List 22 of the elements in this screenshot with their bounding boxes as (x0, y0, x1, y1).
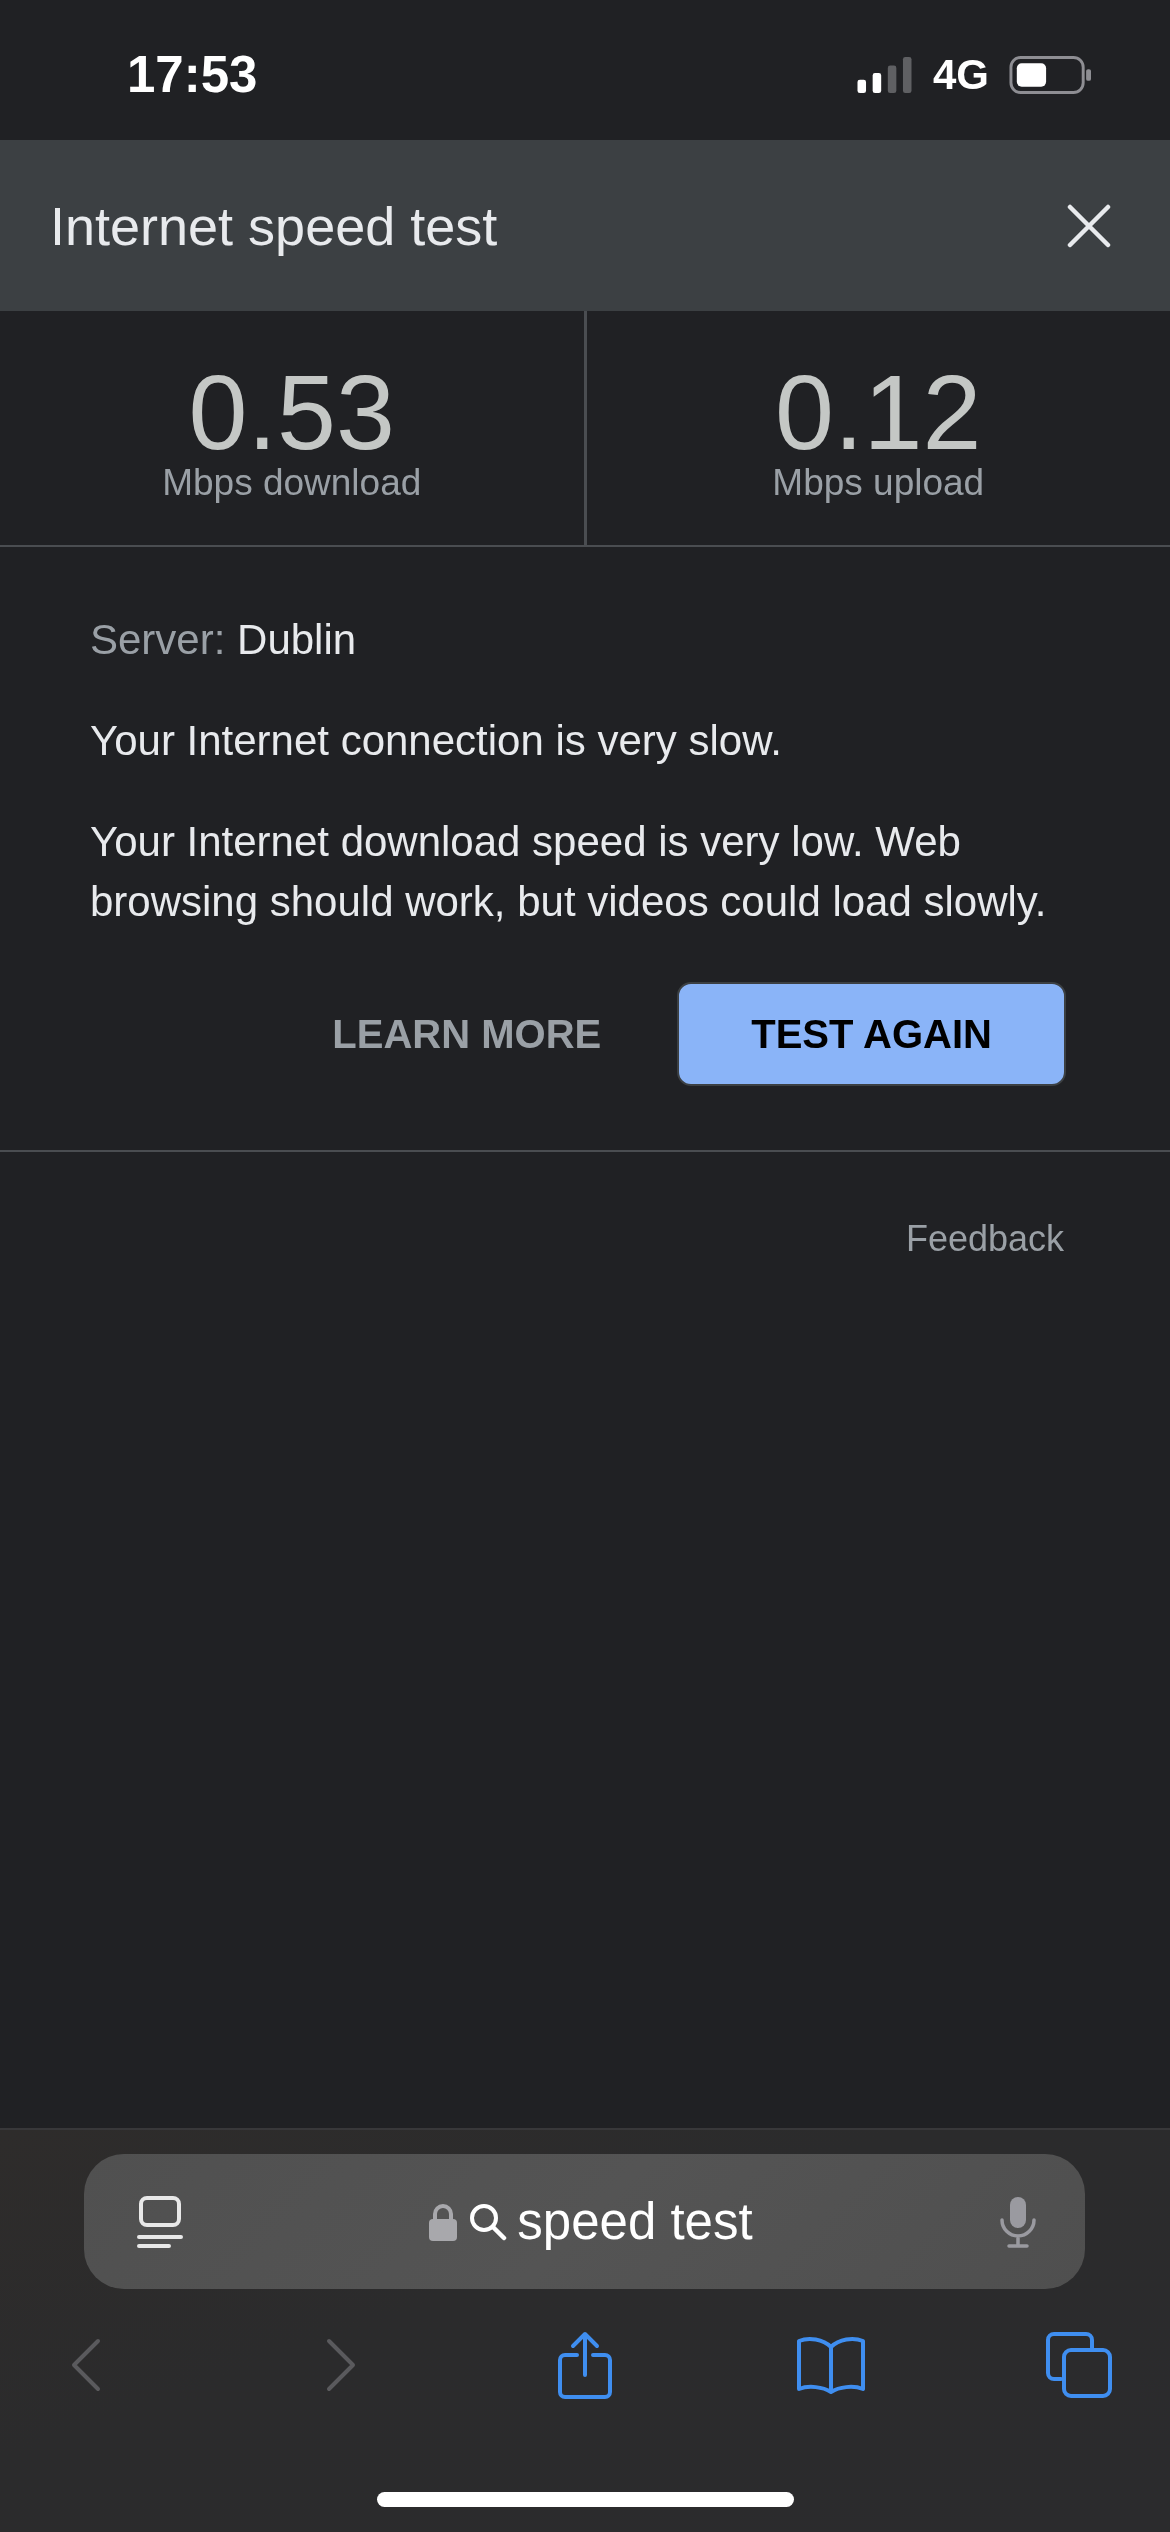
book-icon[interactable] (795, 2335, 867, 2395)
tabs-icon[interactable] (1045, 2331, 1113, 2399)
network-type: 4G (932, 50, 989, 100)
server-name: Dublin (237, 616, 357, 663)
server-label: Server: (90, 616, 226, 663)
summary-text: Your Internet connection is very slow. (90, 716, 783, 766)
panel-title: Internet speed test (50, 194, 498, 258)
address-bar[interactable]: speed test (84, 2154, 1085, 2289)
address-text[interactable]: speed test (517, 2191, 753, 2252)
test-again-button[interactable]: TEST AGAIN (677, 982, 1066, 1086)
signal-bars-icon (855, 57, 913, 93)
lock-icon (429, 2202, 458, 2241)
learn-more-button[interactable]: LEARN MORE (296, 982, 638, 1086)
feedback-link[interactable]: Feedback (905, 1214, 1064, 1264)
reader-icon[interactable] (137, 2194, 183, 2249)
microphone-icon[interactable] (999, 2194, 1037, 2249)
share-icon[interactable] (556, 2329, 614, 2401)
battery-icon (1009, 55, 1091, 95)
close-icon[interactable] (1067, 203, 1111, 248)
search-icon (469, 2202, 508, 2241)
status-time: 17:53 (127, 45, 258, 105)
description-text: Your Internet download speed is very low. Web browsing should work, but videos could load slowly. (90, 817, 1048, 927)
